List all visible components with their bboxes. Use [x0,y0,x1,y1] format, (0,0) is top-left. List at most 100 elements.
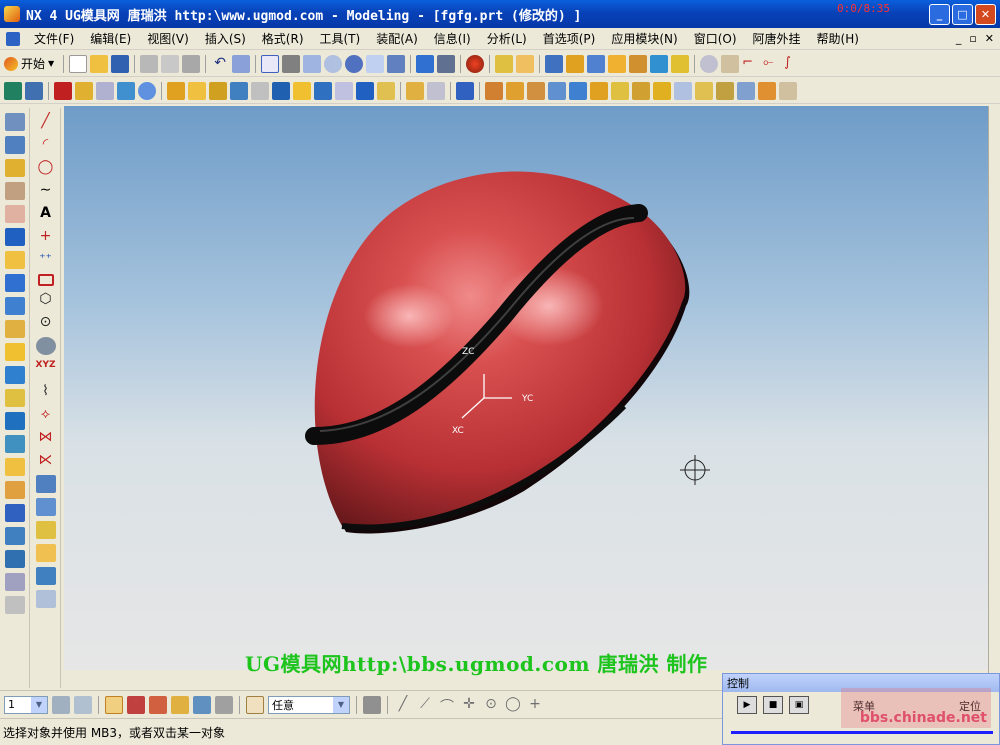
selection-options-icon[interactable] [215,695,233,714]
snap-control-icon[interactable]: ⌒ [438,696,456,715]
menu-view[interactable]: 视图(V) [139,30,197,47]
polygon-icon[interactable]: ⬡ [36,291,56,309]
snap-intersection-icon[interactable]: ✛ [460,696,478,714]
menu-assembly[interactable]: 装配(A) [368,30,426,47]
menu-file[interactable]: 文件(F) [26,30,82,47]
stop-icon[interactable]: ■ [763,696,783,714]
trim-curve-icon[interactable] [35,544,56,562]
playback-progress-track[interactable] [731,731,993,734]
feature-icon[interactable] [25,81,43,100]
minimize-button[interactable]: _ [929,4,950,25]
section-curve-icon[interactable]: ⋉ [36,452,56,470]
mdi-close-icon[interactable]: ✕ [985,32,994,45]
web-browser-icon[interactable] [4,228,25,246]
layer-settings-icon[interactable] [52,695,70,714]
search-icon[interactable] [700,54,719,73]
edge-blend-icon[interactable] [485,81,503,100]
paste-icon[interactable] [182,54,201,73]
offset-face-icon[interactable] [548,81,566,100]
mold-tool-8-icon[interactable] [4,412,25,430]
color-icon[interactable] [466,54,485,73]
navigator-icon[interactable] [4,113,25,131]
selection-icon[interactable] [232,54,251,73]
extrude-icon[interactable] [293,81,311,100]
toolbar-tool-4-icon[interactable] [608,54,627,73]
magnify-icon[interactable] [324,54,343,73]
line-icon[interactable]: ╱ [36,113,56,131]
sphere-icon[interactable] [117,81,135,100]
zoom-window-icon[interactable] [282,54,301,73]
menu-atang-plugin[interactable]: 阿唐外挂 [745,30,809,47]
wrap-curve-icon[interactable] [35,521,56,539]
mold-tool-14-icon[interactable] [4,550,25,568]
rotate-icon[interactable] [345,54,364,73]
mold-tool-13-icon[interactable] [4,527,25,545]
maximize-button[interactable]: □ [952,4,973,25]
menu-window[interactable]: 窗口(O) [686,30,745,47]
circle-point-icon[interactable]: ◯ [36,159,56,177]
hole-icon[interactable] [167,81,185,100]
menu-help[interactable]: 帮助(H) [809,30,867,47]
more-features-icon[interactable] [779,81,797,100]
menu-info[interactable]: 信息(I) [426,30,479,47]
block-icon[interactable] [54,81,72,100]
snap-mid-icon[interactable]: ⟋ [416,696,434,714]
revolve-icon[interactable] [314,81,332,100]
spline-icon[interactable]: ∼ [36,182,56,200]
toolbar-tool-5-icon[interactable] [629,54,648,73]
trim-body-icon[interactable] [611,81,629,100]
pattern-icon[interactable] [737,81,755,100]
copy-icon[interactable] [161,54,180,73]
mold-tool-1-icon[interactable] [4,251,25,269]
select-component-icon[interactable] [193,695,211,714]
document-icon[interactable] [6,31,20,46]
unite-icon[interactable] [377,81,395,100]
mold-tool-12-icon[interactable] [4,504,25,522]
menu-preferences[interactable]: 首选项(P) [535,30,604,47]
mold-tool-7-icon[interactable] [4,389,25,407]
menu-edit[interactable]: 编辑(E) [82,30,139,47]
undo-icon[interactable]: ↶ [211,55,229,73]
expand-more-icon[interactable] [4,596,25,614]
fit-view-icon[interactable] [261,54,280,73]
slot-icon[interactable] [251,81,269,100]
toolbar-tool-3-icon[interactable] [587,54,606,73]
cylinder-icon[interactable] [75,81,93,100]
mdi-restore-icon[interactable]: ▫ [969,32,976,45]
mold-tool-6-icon[interactable] [4,366,25,384]
mold-tool-10-icon[interactable] [4,458,25,476]
toolbar-tool-2-icon[interactable] [566,54,585,73]
snap-point-icon[interactable] [363,695,381,714]
part-navigator-icon[interactable] [4,136,25,154]
rectangle-icon[interactable] [37,274,54,286]
intersection-curve-icon[interactable]: ⋈ [36,429,56,447]
pad-icon[interactable] [230,81,248,100]
menu-insert[interactable]: 插入(S) [197,30,254,47]
feature-options-icon[interactable] [456,81,474,100]
tube-icon[interactable] [356,81,374,100]
law-curve-icon[interactable]: XYZ [36,360,56,378]
snap-end-icon[interactable]: ╱ [394,696,412,714]
layer-icon[interactable] [495,54,514,73]
zoom-icon[interactable] [303,54,322,73]
point-icon[interactable]: + [36,228,56,246]
scale-icon[interactable] [569,81,587,100]
mold-tool-3-icon[interactable] [4,297,25,315]
groove-icon[interactable] [272,81,290,100]
shell-icon[interactable] [527,81,545,100]
mold-tool-11-icon[interactable] [4,481,25,499]
mold-tool-9-icon[interactable] [4,435,25,453]
frame-icon[interactable]: ▣ [789,696,809,714]
type-filter-select[interactable]: 任意 ▼ [268,695,350,714]
toolbar-tool-6-icon[interactable] [650,54,669,73]
select-edge-icon[interactable] [149,695,167,714]
pocket-icon[interactable] [209,81,227,100]
sweep-icon[interactable] [335,81,353,100]
cone-icon[interactable] [96,81,114,100]
arc-icon[interactable]: ◜ [36,136,56,154]
select-body-icon[interactable] [171,695,189,714]
pan-icon[interactable] [366,54,385,73]
render-style-icon[interactable] [437,54,456,73]
move-to-layer-icon[interactable] [74,695,92,714]
mold-tool-5-icon[interactable] [4,343,25,361]
